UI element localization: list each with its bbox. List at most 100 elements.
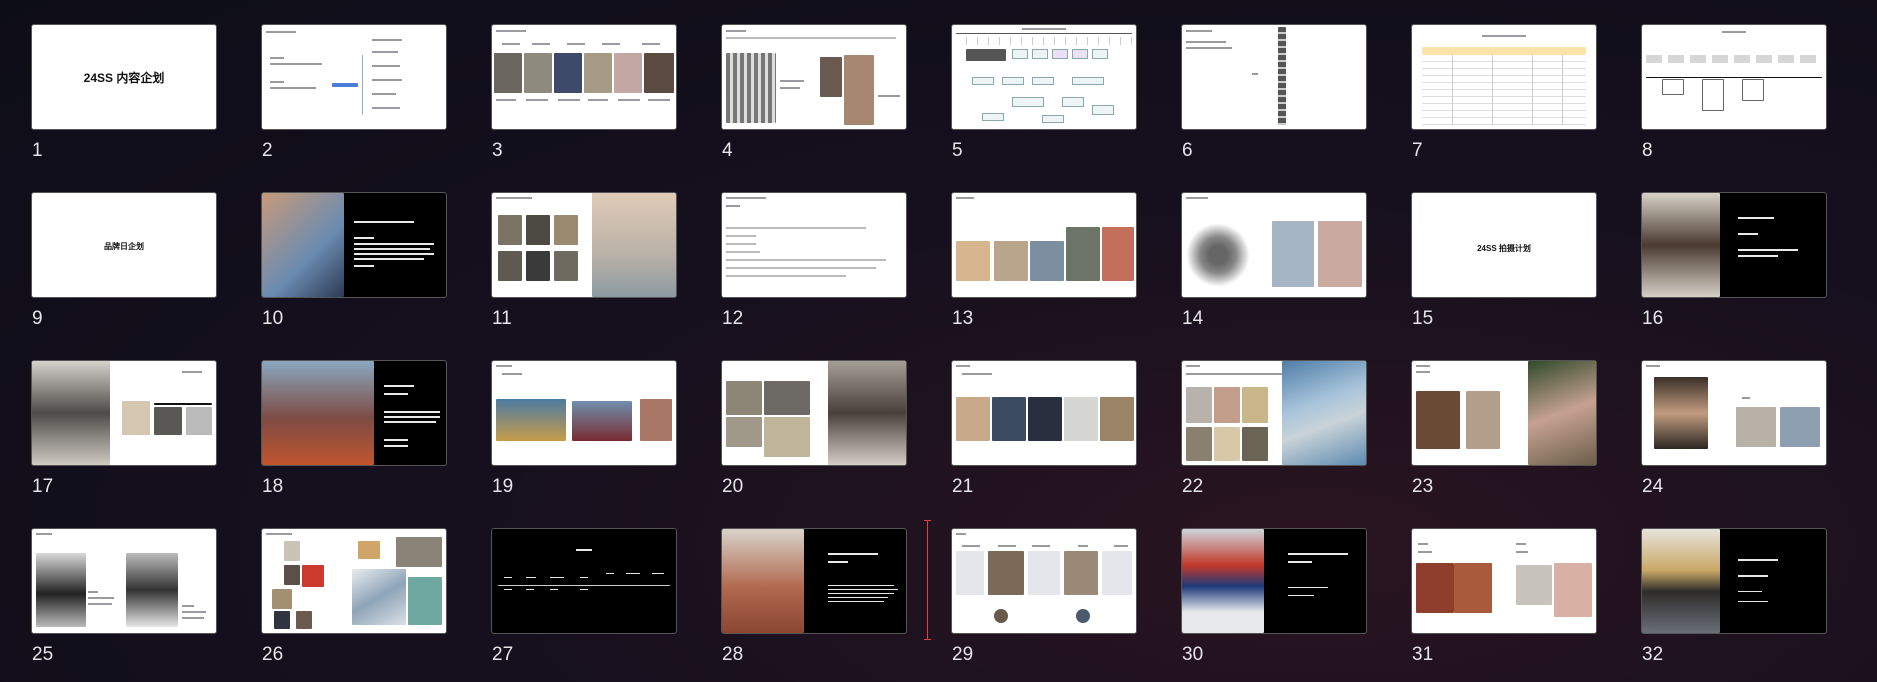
slide-number: 7 — [1412, 140, 1423, 161]
slide-title: 品牌日企划 — [104, 242, 144, 251]
slide-number: 6 — [1182, 140, 1193, 161]
slide-preview[interactable]: 品牌日企划 — [31, 192, 217, 298]
slide-number: 27 — [492, 644, 514, 665]
slide-number: 19 — [492, 476, 514, 497]
slide-preview[interactable] — [491, 24, 677, 130]
slide-thumbnail[interactable]: 5 — [951, 24, 1137, 162]
slide-number: 9 — [32, 308, 43, 329]
slide-preview[interactable] — [491, 360, 677, 466]
slide-thumbnail[interactable]: 8 — [1641, 24, 1827, 162]
slide-preview[interactable] — [1181, 24, 1367, 130]
slide-thumbnail[interactable]: 6 — [1181, 24, 1367, 162]
slide-preview[interactable] — [491, 528, 677, 634]
slide-number: 20 — [722, 476, 744, 497]
slide-thumbnail[interactable]: 24 — [1641, 360, 1827, 498]
slide-preview[interactable] — [1181, 360, 1367, 466]
slide-preview[interactable] — [1641, 24, 1827, 130]
slide-preview[interactable] — [721, 192, 907, 298]
slide-thumbnail[interactable]: 31 — [1411, 528, 1597, 666]
slide-thumbnail[interactable]: 23 — [1411, 360, 1597, 498]
slide-preview[interactable] — [491, 192, 677, 298]
slide-thumbnail[interactable]: 16 — [1641, 192, 1827, 330]
drop-insertion-marker — [924, 520, 931, 640]
slide-thumbnail[interactable]: 28 — [721, 528, 907, 666]
slide-number: 13 — [952, 308, 974, 329]
slide-thumbnail[interactable]: 24SS 内容企划 1 — [31, 24, 217, 162]
slide-number: 12 — [722, 308, 744, 329]
slide-thumbnail[interactable]: 17 — [31, 360, 217, 498]
slide-number: 29 — [952, 644, 974, 665]
slide-preview[interactable] — [951, 24, 1137, 130]
slide-number: 15 — [1412, 308, 1434, 329]
slide-preview[interactable] — [951, 192, 1137, 298]
slide-thumbnail[interactable]: 7 — [1411, 24, 1597, 162]
slide-number: 10 — [262, 308, 284, 329]
slide-preview[interactable] — [1411, 24, 1597, 130]
slide-number: 8 — [1642, 140, 1653, 161]
slide-thumbnail[interactable]: 10 — [261, 192, 447, 330]
slide-thumbnail[interactable]: 19 — [491, 360, 677, 498]
slide-thumbnail[interactable]: 21 — [951, 360, 1137, 498]
slide-number: 30 — [1182, 644, 1204, 665]
slide-preview[interactable] — [261, 24, 447, 130]
slide-preview[interactable] — [261, 192, 447, 298]
slide-preview[interactable] — [721, 24, 907, 130]
slide-number: 4 — [722, 140, 733, 161]
slide-preview[interactable] — [261, 360, 447, 466]
slide-thumbnail[interactable]: 30 — [1181, 528, 1367, 666]
slide-thumbnail[interactable]: 25 — [31, 528, 217, 666]
slide-thumbnail[interactable]: 22 — [1181, 360, 1367, 498]
slide-thumbnail[interactable]: 27 — [491, 528, 677, 666]
slide-thumbnail[interactable]: 2 — [261, 24, 447, 162]
slide-title: 24SS 拍摄计划 — [1477, 244, 1531, 253]
slide-number: 14 — [1182, 308, 1204, 329]
slide-thumbnail[interactable]: 24SS 拍摄计划 15 — [1411, 192, 1597, 330]
slide-preview[interactable] — [721, 360, 907, 466]
slide-sorter-grid: 24SS 内容企划 1 2 3 4 5 6 7 8 品牌日企划 9 10 11 … — [31, 24, 1861, 674]
slide-number: 5 — [952, 140, 963, 161]
slide-number: 28 — [722, 644, 744, 665]
slide-number: 31 — [1412, 644, 1434, 665]
slide-number: 32 — [1642, 644, 1664, 665]
slide-number: 2 — [262, 140, 273, 161]
slide-thumbnail[interactable]: 29 — [951, 528, 1137, 666]
slide-preview[interactable] — [951, 360, 1137, 466]
slide-preview[interactable] — [261, 528, 447, 634]
slide-number: 24 — [1642, 476, 1664, 497]
slide-preview[interactable] — [1181, 192, 1367, 298]
slide-preview[interactable] — [721, 528, 907, 634]
slide-preview[interactable] — [1411, 528, 1597, 634]
slide-thumbnail[interactable]: 18 — [261, 360, 447, 498]
slide-thumbnail[interactable]: 26 — [261, 528, 447, 666]
slide-thumbnail[interactable]: 11 — [491, 192, 677, 330]
slide-number: 16 — [1642, 308, 1664, 329]
slide-preview[interactable] — [1641, 360, 1827, 466]
slide-number: 21 — [952, 476, 974, 497]
slide-number: 17 — [32, 476, 54, 497]
slide-thumbnail[interactable]: 32 — [1641, 528, 1827, 666]
slide-preview[interactable]: 24SS 内容企划 — [31, 24, 217, 130]
slide-number: 26 — [262, 644, 284, 665]
slide-thumbnail[interactable]: 3 — [491, 24, 677, 162]
slide-thumbnail[interactable]: 品牌日企划 9 — [31, 192, 217, 330]
slide-title: 24SS 内容企划 — [83, 71, 165, 85]
slide-preview[interactable] — [951, 528, 1137, 634]
slide-thumbnail[interactable]: 12 — [721, 192, 907, 330]
slide-number: 11 — [492, 308, 512, 329]
slide-number: 22 — [1182, 476, 1204, 497]
slide-number: 1 — [32, 140, 43, 161]
slide-number: 25 — [32, 644, 54, 665]
slide-preview[interactable]: 24SS 拍摄计划 — [1411, 192, 1597, 298]
slide-preview[interactable] — [1641, 192, 1827, 298]
slide-thumbnail[interactable]: 4 — [721, 24, 907, 162]
slide-preview[interactable] — [1181, 528, 1367, 634]
slide-number: 23 — [1412, 476, 1434, 497]
slide-preview[interactable] — [1641, 528, 1827, 634]
slide-preview[interactable] — [31, 528, 217, 634]
slide-preview[interactable] — [31, 360, 217, 466]
slide-thumbnail[interactable]: 20 — [721, 360, 907, 498]
slide-thumbnail[interactable]: 13 — [951, 192, 1137, 330]
slide-preview[interactable] — [1411, 360, 1597, 466]
slide-thumbnail[interactable]: 14 — [1181, 192, 1367, 330]
slide-number: 3 — [492, 140, 503, 161]
